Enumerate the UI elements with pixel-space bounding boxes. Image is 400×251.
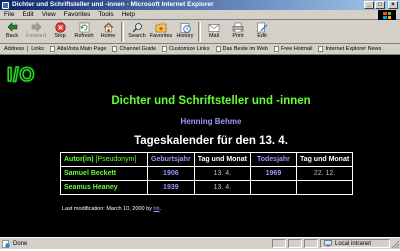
status-panel [288,239,302,248]
address-links-bar: Address Links AltaVista Main Page Channe… [0,44,400,55]
page-icon [318,46,324,52]
cell-author: Samuel Beckett [60,166,148,181]
menu-bar: File Edit View Favorites Tools Help [0,10,400,20]
header-birth-year: Geburtsjahr [147,152,195,167]
stop-button[interactable]: Stop [48,20,72,43]
status-done: Done [0,239,270,248]
refresh-button[interactable]: Refresh [72,20,96,43]
page-content: I/O Dichter und Schriftsteller und -inne… [0,55,400,237]
minimize-button[interactable]: _ [364,1,374,9]
page-icon [215,46,221,52]
calendar-table: Autor(in) [Pseudonym] Geburtsjahr Tag un… [60,152,354,195]
print-button[interactable]: Print [226,20,250,43]
favorites-button[interactable]: Favorites [149,20,173,43]
back-arrow-icon [6,21,18,33]
browser-window: Dichter und Schriftsteller und -innen - … [0,0,400,249]
refresh-icon [78,21,90,33]
page-icon [50,46,56,52]
menu-tools[interactable]: Tools [94,10,117,19]
back-button[interactable]: Back [0,20,24,43]
menu-edit[interactable]: Edit [18,10,37,19]
mail-icon [208,21,220,33]
link-das-beste-im-web[interactable]: Das Beste im Web [213,46,271,52]
link-channel-guide[interactable]: Channel Guide [109,46,159,52]
cell-death-year: 1969 [249,166,297,181]
favorites-folder-icon [155,21,167,33]
home-button[interactable]: Home [96,20,120,43]
resize-grip-icon[interactable] [390,239,400,249]
header-author: Autor(in) [Pseudonym] [60,152,148,167]
forward-button[interactable]: Forward [24,20,48,43]
last-modified-note: Last modification: March 10, 2000 by hb. [62,206,162,212]
table-row: Samuel Beckett 1906 13. 4. 1969 22. 12. [60,166,354,181]
page-subtitle: Tageskalender für den 13. 4. [134,135,288,147]
standard-toolbar: Back Forward Stop Refresh Home Search Fa… [0,20,400,44]
home-icon [102,21,114,33]
header-day-month-2: Tag und Monat [295,152,354,167]
menu-file[interactable]: File [0,10,18,19]
menu-view[interactable]: View [38,10,60,19]
page-icon [112,46,118,52]
cell-birth-year: 1939 [147,180,195,195]
page-icon [162,46,168,52]
forward-arrow-icon [30,21,42,33]
cell-death-day: 22. 12. [295,166,354,181]
stop-icon [54,21,66,33]
table-row: Seamus Heaney 1939 13. 4. [60,180,354,195]
status-panel [272,239,286,248]
maximize-button[interactable]: □ [375,1,385,9]
page-author: Henning Behme [180,117,242,126]
page-done-icon [2,239,10,248]
link-free-hotmail[interactable]: Free Hotmail [271,46,315,52]
printer-icon [232,21,244,33]
status-bar: Done Local intranet [0,237,400,249]
windows-logo-icon [378,10,396,20]
header-day-month: Tag und Monat [193,152,251,167]
status-panel [304,239,318,248]
ie-app-icon[interactable] [2,1,9,9]
link-ie-news[interactable]: Internet Explorer News [315,46,384,52]
page-title: Dichter und Schriftsteller und -innen [111,95,311,107]
title-bar: Dichter und Schriftsteller und -innen - … [0,0,400,10]
io-logo[interactable]: I/O [6,64,35,87]
link-altavista[interactable]: AltaVista Main Page [47,46,109,52]
security-zone[interactable]: Local intranet [320,239,390,248]
history-button[interactable]: History [173,20,197,43]
cell-author: Seamus Heaney [60,180,148,195]
menu-favorites[interactable]: Favorites [60,10,95,19]
table-header-row: Autor(in) [Pseudonym] Geburtsjahr Tag un… [60,152,354,167]
search-button[interactable]: Search [125,20,149,43]
edit-button[interactable]: Edit [250,20,274,43]
window-title: Dichter und Schriftsteller und -innen - … [12,1,214,8]
link-customize-links[interactable]: Customize Links [159,46,212,52]
cell-death-year [249,180,297,195]
cell-birth-year: 1906 [147,166,195,181]
address-label[interactable]: Address [0,46,27,52]
cell-death-day [295,180,354,195]
edit-page-icon [256,21,268,33]
toolbar-separator [121,22,124,42]
cell-birth-day: 13. 4. [193,180,251,195]
close-button[interactable]: × [388,1,398,9]
intranet-icon [324,240,332,247]
cell-birth-day: 13. 4. [193,166,251,181]
mail-button[interactable]: Mail [202,20,226,43]
toolbar-separator [198,22,201,42]
search-icon [131,21,143,33]
links-label[interactable]: Links [27,46,47,52]
header-death-year: Todesjahr [249,152,297,167]
history-icon [179,21,191,33]
page-icon [273,46,279,52]
menu-help[interactable]: Help [118,10,139,19]
